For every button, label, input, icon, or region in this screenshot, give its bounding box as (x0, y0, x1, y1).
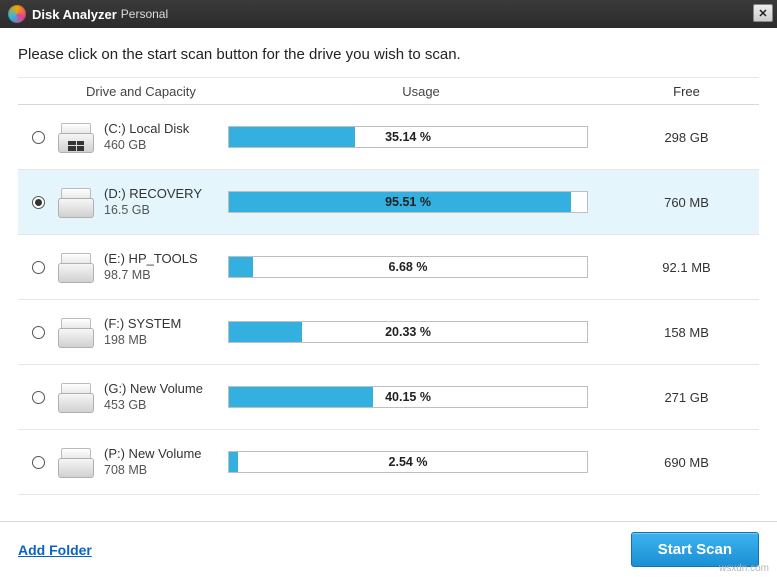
drive-icon (58, 381, 94, 413)
drive-capacity: 98.7 MB (104, 267, 198, 284)
usage-label: 6.68 % (229, 257, 587, 277)
titlebar: Disk Analyzer Personal ✕ (0, 0, 777, 28)
app-edition: Personal (121, 7, 168, 21)
drive-radio[interactable] (32, 131, 45, 144)
drive-text: (D:) RECOVERY16.5 GB (104, 185, 202, 219)
drive-free: 271 GB (614, 390, 759, 405)
drive-radio[interactable] (32, 326, 45, 339)
drive-name: (G:) New Volume (104, 380, 203, 398)
drive-row[interactable]: (E:) HP_TOOLS98.7 MB 6.68 % 92.1 MB (18, 235, 759, 300)
drive-text: (F:) SYSTEM198 MB (104, 315, 181, 349)
instruction-text: Please click on the start scan button fo… (18, 46, 759, 63)
usage-bar: 95.51 % (228, 191, 588, 213)
usage-label: 2.54 % (229, 452, 587, 472)
usage-label: 35.14 % (229, 127, 587, 147)
content-area: Please click on the start scan button fo… (0, 28, 777, 521)
drive-text: (E:) HP_TOOLS98.7 MB (104, 250, 198, 284)
drive-free: 690 MB (614, 455, 759, 470)
usage-bar: 20.33 % (228, 321, 588, 343)
drive-row[interactable]: (P:) New Volume708 MB 2.54 % 690 MB (18, 430, 759, 495)
drive-radio[interactable] (32, 456, 45, 469)
usage-label: 20.33 % (229, 322, 587, 342)
app-title: Disk Analyzer (32, 7, 117, 22)
column-header-usage: Usage (228, 84, 614, 99)
drive-icon (58, 251, 94, 283)
drive-icon (58, 446, 94, 478)
drive-row[interactable]: (D:) RECOVERY16.5 GB 95.51 % 760 MB (18, 170, 759, 235)
drive-icon (58, 121, 94, 153)
drive-radio[interactable] (32, 391, 45, 404)
drive-text: (G:) New Volume453 GB (104, 380, 203, 414)
drive-capacity: 460 GB (104, 137, 189, 154)
drive-capacity: 16.5 GB (104, 202, 202, 219)
drive-text: (P:) New Volume708 MB (104, 445, 202, 479)
drive-name: (C:) Local Disk (104, 120, 189, 138)
usage-bar: 40.15 % (228, 386, 588, 408)
close-button[interactable]: ✕ (753, 4, 773, 22)
drive-radio[interactable] (32, 261, 45, 274)
usage-bar: 6.68 % (228, 256, 588, 278)
drive-name: (F:) SYSTEM (104, 315, 181, 333)
usage-bar: 35.14 % (228, 126, 588, 148)
drive-capacity: 453 GB (104, 397, 203, 414)
column-header-row: Drive and Capacity Usage Free (18, 77, 759, 105)
drive-row[interactable]: (C:) Local Disk460 GB 35.14 % 298 GB (18, 105, 759, 170)
watermark: wsxdn.com (719, 563, 769, 574)
add-folder-link[interactable]: Add Folder (18, 542, 92, 558)
start-scan-button[interactable]: Start Scan (631, 532, 759, 567)
drive-name: (D:) RECOVERY (104, 185, 202, 203)
usage-label: 40.15 % (229, 387, 587, 407)
drive-radio[interactable] (32, 196, 45, 209)
drive-row[interactable]: (G:) New Volume453 GB 40.15 % 271 GB (18, 365, 759, 430)
drive-icon (58, 186, 94, 218)
drive-text: (C:) Local Disk460 GB (104, 120, 189, 154)
drive-icon (58, 316, 94, 348)
footer: Add Folder Start Scan (0, 521, 777, 577)
app-logo-icon (8, 5, 26, 23)
drive-free: 760 MB (614, 195, 759, 210)
drive-name: (P:) New Volume (104, 445, 202, 463)
drive-list: (C:) Local Disk460 GB 35.14 % 298 GB (D:) R… (18, 105, 759, 521)
drive-capacity: 708 MB (104, 462, 202, 479)
usage-label: 95.51 % (229, 192, 587, 212)
column-header-drive: Drive and Capacity (58, 84, 228, 99)
drive-name: (E:) HP_TOOLS (104, 250, 198, 268)
drive-capacity: 198 MB (104, 332, 181, 349)
drive-free: 158 MB (614, 325, 759, 340)
drive-free: 92.1 MB (614, 260, 759, 275)
usage-bar: 2.54 % (228, 451, 588, 473)
drive-free: 298 GB (614, 130, 759, 145)
drive-row[interactable]: (F:) SYSTEM198 MB 20.33 % 158 MB (18, 300, 759, 365)
column-header-free: Free (614, 84, 759, 99)
